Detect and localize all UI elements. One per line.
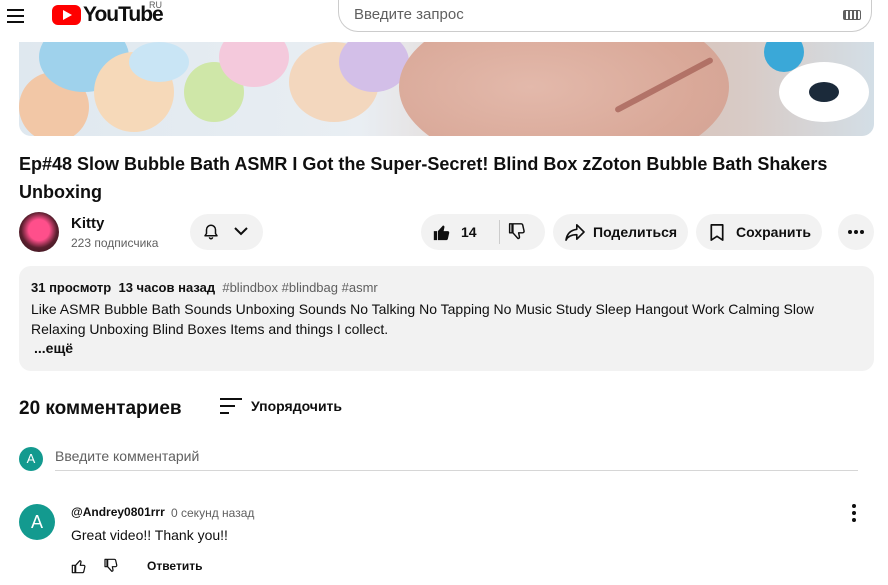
share-button[interactable]: Поделиться bbox=[553, 214, 688, 250]
chevron-down-icon bbox=[234, 227, 248, 236]
description-box[interactable]: 31 просмотр 13 часов назад #blindbox #bl… bbox=[19, 266, 874, 371]
search-box[interactable]: Введите запрос bbox=[338, 0, 872, 32]
divider bbox=[499, 220, 500, 244]
sort-button[interactable]: Упорядочить bbox=[251, 398, 342, 414]
thumbs-down-icon[interactable] bbox=[103, 558, 119, 574]
description-meta: 31 просмотр 13 часов назад #blindbox #bl… bbox=[31, 280, 378, 295]
comment-time[interactable]: 0 секунд назад bbox=[171, 506, 254, 520]
description-text: Like ASMR Bubble Bath Sounds Unboxing So… bbox=[31, 301, 814, 337]
video-title: Ep#48 Slow Bubble Bath ASMR I Got the Su… bbox=[19, 154, 828, 202]
comment-input-underline bbox=[55, 470, 858, 471]
comment-author[interactable]: @Andrey0801rrr bbox=[71, 505, 165, 519]
region-code: RU bbox=[149, 0, 162, 10]
reply-button[interactable]: Ответить bbox=[147, 559, 202, 573]
view-count: 31 просмотр bbox=[31, 280, 112, 295]
comment-author-avatar[interactable]: A bbox=[19, 504, 55, 540]
thumbs-up-icon[interactable] bbox=[71, 558, 87, 574]
more-horizontal-icon bbox=[848, 230, 864, 234]
more-actions-button[interactable] bbox=[838, 214, 874, 250]
top-bar: YouTube RU Введите запрос bbox=[0, 0, 888, 34]
keyboard-icon[interactable] bbox=[843, 10, 861, 20]
comment-text: Great video!! Thank you!! bbox=[71, 527, 228, 543]
thumbs-down-icon[interactable] bbox=[507, 223, 527, 241]
bookmark-icon bbox=[710, 224, 724, 241]
show-more-button[interactable]: ...ещё bbox=[34, 340, 73, 356]
current-user-avatar: A bbox=[19, 447, 43, 471]
channel-name[interactable]: Kitty bbox=[71, 215, 104, 232]
sort-icon[interactable] bbox=[220, 398, 242, 414]
subscription-notifications-button[interactable] bbox=[190, 214, 263, 250]
share-label: Поделиться bbox=[593, 224, 678, 240]
comments-count: 20 комментариев bbox=[19, 398, 182, 419]
save-label: Сохранить bbox=[736, 224, 811, 240]
youtube-logo[interactable]: YouTube bbox=[52, 3, 164, 26]
more-vertical-icon[interactable] bbox=[849, 504, 859, 522]
thumbs-up-icon[interactable] bbox=[432, 223, 452, 241]
bell-icon bbox=[204, 224, 218, 240]
like-count: 14 bbox=[461, 224, 477, 240]
search-input[interactable]: Введите запрос bbox=[354, 6, 464, 23]
hashtags[interactable]: #blindbox #blindbag #asmr bbox=[222, 280, 377, 295]
video-player[interactable] bbox=[19, 42, 874, 136]
menu-icon[interactable] bbox=[6, 6, 26, 26]
upload-time: 13 часов назад bbox=[118, 280, 216, 295]
save-button[interactable]: Сохранить bbox=[696, 214, 822, 250]
comment-input[interactable]: Введите комментарий bbox=[55, 448, 199, 464]
subscriber-count: 223 подписчика bbox=[71, 236, 159, 250]
channel-avatar[interactable] bbox=[19, 212, 59, 252]
like-dislike-group: 14 bbox=[421, 214, 545, 250]
share-icon bbox=[565, 223, 585, 241]
play-logo-icon bbox=[52, 5, 81, 25]
